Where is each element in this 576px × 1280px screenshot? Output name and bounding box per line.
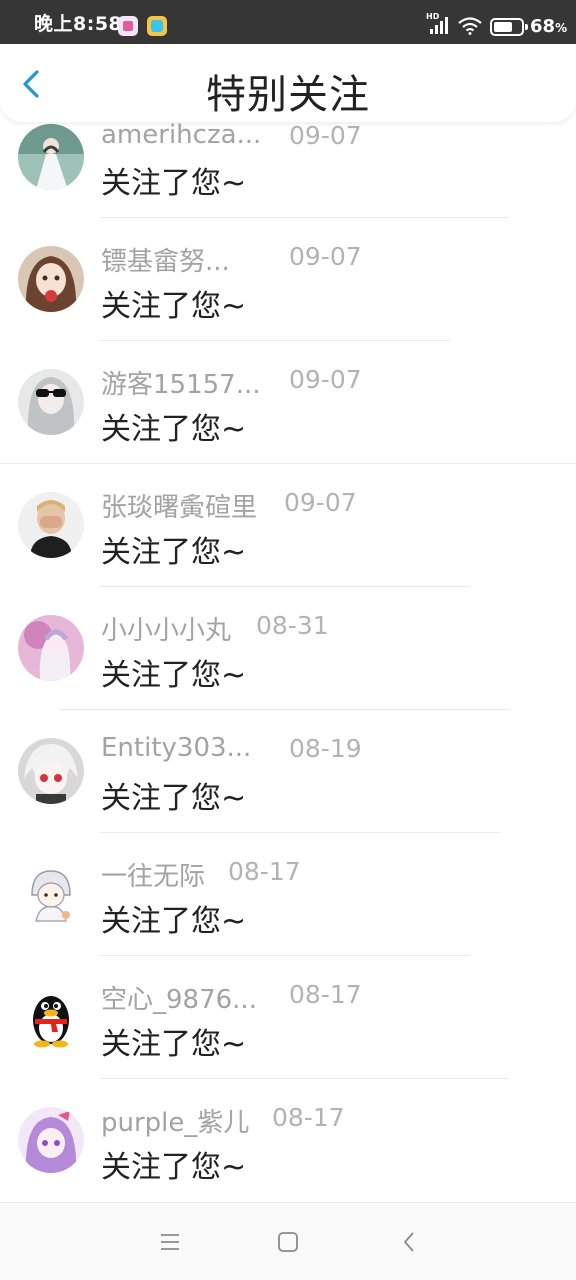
signal-icon: HD xyxy=(426,12,450,34)
system-nav-bar xyxy=(0,1202,576,1280)
status-bar: 晚上8:58 HD 68% xyxy=(0,0,576,44)
follow-date: 08-17 xyxy=(228,857,301,886)
avatar xyxy=(18,615,84,681)
follow-date: 09-07 xyxy=(289,121,362,150)
user-name: amerihcza... xyxy=(101,120,262,150)
gallery-notification-icon xyxy=(147,16,167,36)
nav-back-button[interactable] xyxy=(396,1229,422,1255)
list-item[interactable]: Entity303... 08-19 关注了您~ xyxy=(0,733,576,860)
divider xyxy=(60,709,510,710)
list-item[interactable]: 张琰曙夤碹里 09-07 关注了您~ xyxy=(0,488,576,614)
menu-button[interactable] xyxy=(157,1229,183,1255)
divider xyxy=(0,463,576,464)
follow-date: 08-31 xyxy=(256,611,329,640)
user-name: 一往无际 xyxy=(101,862,206,892)
list-item[interactable]: 游客15157... 09-07 关注了您~ xyxy=(0,365,576,491)
follow-list[interactable]: amerihcza... 09-07 关注了您~ 镖基畲努... 09-07 关… xyxy=(0,0,576,1200)
divider xyxy=(100,340,450,341)
app-notification-icon xyxy=(118,16,138,36)
follow-date: 09-07 xyxy=(284,488,357,517)
divider xyxy=(100,586,470,587)
menu-icon xyxy=(161,1234,179,1250)
list-item[interactable]: 小小小小丸 08-31 关注了您~ xyxy=(0,611,576,737)
avatar xyxy=(18,492,84,558)
wifi-icon xyxy=(458,17,482,35)
follow-message: 关注了您~ xyxy=(101,1150,247,1185)
home-button[interactable] xyxy=(275,1229,301,1255)
back-chevron-icon xyxy=(403,1232,414,1252)
list-item[interactable]: 一往无际 08-17 关注了您~ xyxy=(0,857,576,983)
follow-message: 关注了您~ xyxy=(101,166,247,201)
avatar xyxy=(18,861,84,927)
list-item[interactable]: 镖基畲努... 09-07 关注了您~ xyxy=(0,242,576,368)
divider xyxy=(100,832,500,833)
avatar xyxy=(18,984,84,1050)
battery-percent: 68% xyxy=(530,16,568,37)
app-header: 特别关注 xyxy=(0,44,576,122)
user-name: 张琰曙夤碹里 xyxy=(101,493,258,523)
battery-level xyxy=(494,22,512,32)
follow-date: 08-17 xyxy=(289,980,362,1009)
list-item[interactable]: 空心_9876... 08-17 关注了您~ xyxy=(0,980,576,1106)
hd-label: HD xyxy=(426,12,440,21)
follow-message: 关注了您~ xyxy=(101,535,247,570)
user-name: purple_紫儿 xyxy=(101,1108,250,1138)
divider xyxy=(100,217,510,218)
avatar xyxy=(18,369,84,435)
user-name: 镖基畲努... xyxy=(101,247,230,277)
divider xyxy=(100,1078,510,1079)
follow-date: 09-07 xyxy=(289,365,362,394)
user-name: 小小小小丸 xyxy=(101,616,232,646)
page-title: 特别关注 xyxy=(206,72,370,118)
home-square-icon xyxy=(278,1232,298,1252)
follow-message: 关注了您~ xyxy=(101,412,247,447)
avatar xyxy=(18,1107,84,1173)
avatar xyxy=(18,246,84,312)
follow-message: 关注了您~ xyxy=(101,904,247,939)
follow-message: 关注了您~ xyxy=(101,289,247,324)
divider xyxy=(100,955,470,956)
avatar xyxy=(18,738,84,804)
list-item[interactable]: amerihcza... 09-07 关注了您~ xyxy=(0,120,576,245)
user-name: 游客15157... xyxy=(101,370,261,400)
user-name: 空心_9876... xyxy=(101,985,257,1015)
avatar xyxy=(18,124,84,190)
follow-message: 关注了您~ xyxy=(101,1027,247,1062)
user-name: Entity303... xyxy=(101,733,252,763)
follow-message: 关注了您~ xyxy=(101,781,247,816)
follow-message: 关注了您~ xyxy=(101,658,247,693)
follow-date: 09-07 xyxy=(289,242,362,271)
list-item[interactable]: purple_紫儿 08-17 关注了您~ xyxy=(0,1103,576,1200)
follow-date: 08-19 xyxy=(289,734,362,763)
battery-icon xyxy=(490,18,528,36)
follow-date: 08-17 xyxy=(272,1103,345,1132)
status-time: 晚上8:58 xyxy=(34,13,123,35)
